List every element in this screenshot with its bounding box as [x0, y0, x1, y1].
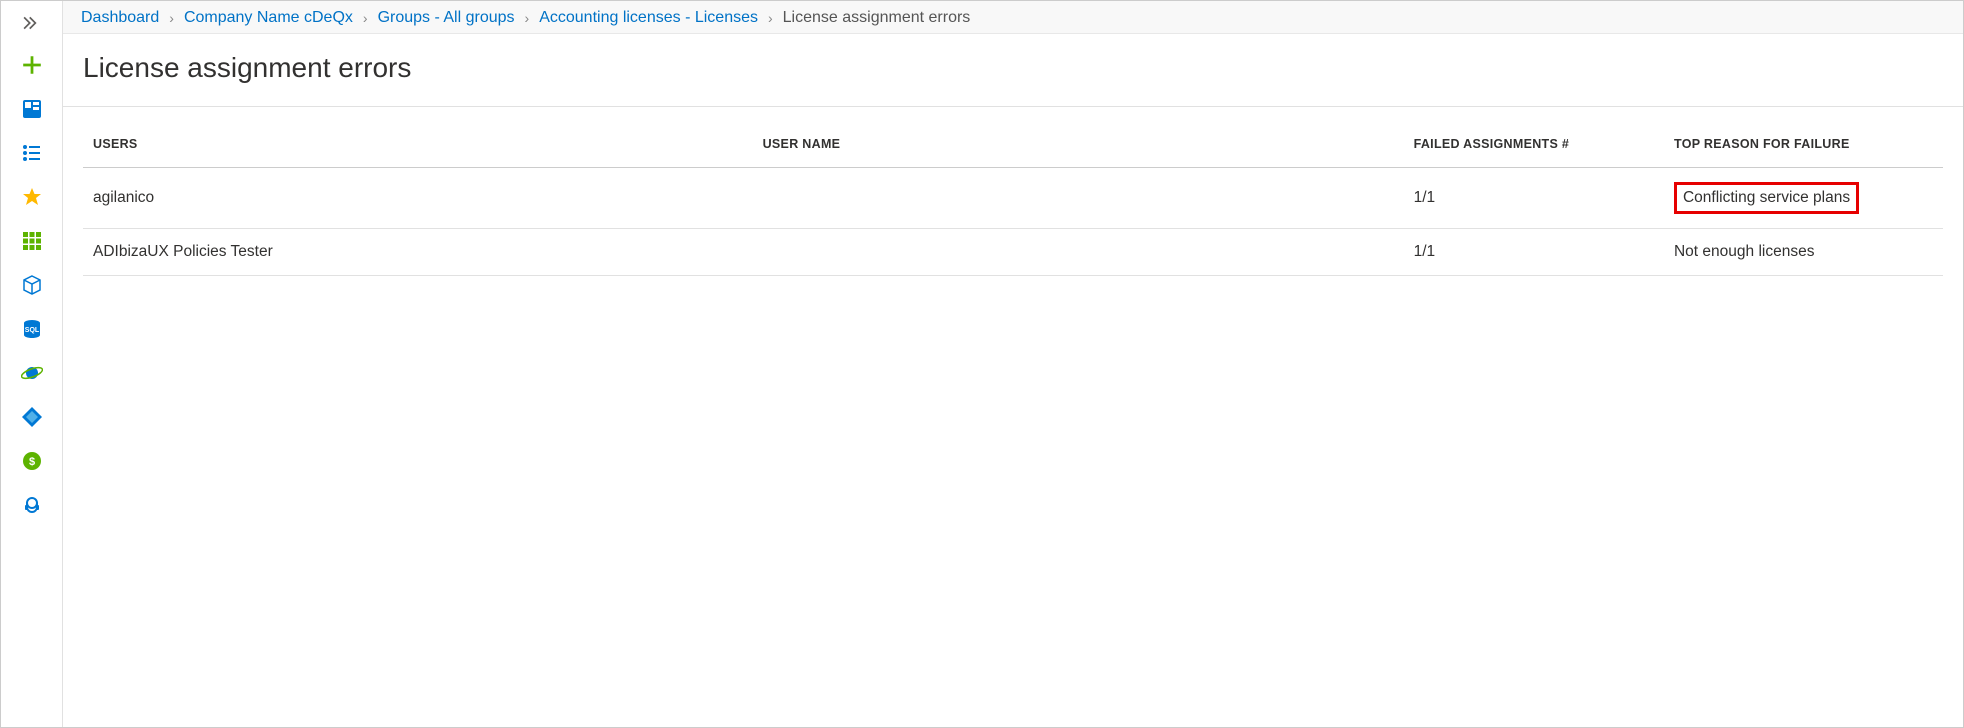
planet-icon[interactable] [18, 359, 46, 387]
chevron-right-icon: › [768, 10, 773, 26]
cell-failed: 1/1 [1404, 229, 1664, 276]
cell-reason: Conflicting service plans [1664, 168, 1943, 229]
apps-icon[interactable] [18, 227, 46, 255]
svg-text:SQL: SQL [24, 327, 39, 334]
table-header-failed[interactable]: FAILED ASSIGNMENTS # [1404, 107, 1664, 168]
breadcrumb-link-licenses[interactable]: Accounting licenses - Licenses [539, 9, 758, 27]
breadcrumb-link-groups[interactable]: Groups - All groups [378, 9, 515, 27]
cell-reason: Not enough licenses [1664, 229, 1943, 276]
breadcrumb: Dashboard › Company Name cDeQx › Groups … [63, 1, 1963, 34]
table-row[interactable]: ADIbizaUX Policies Tester 1/1Not enough l… [83, 229, 1943, 276]
sidebar: SQL $ [1, 1, 63, 727]
support-icon[interactable] [18, 491, 46, 519]
star-icon[interactable] [18, 183, 46, 211]
table-header-reason[interactable]: TOP REASON FOR FAILURE [1664, 107, 1943, 168]
cube-icon[interactable] [18, 271, 46, 299]
breadcrumb-link-company[interactable]: Company Name cDeQx [184, 9, 353, 27]
list-icon[interactable] [18, 139, 46, 167]
table-header-users[interactable]: USERS [83, 107, 753, 168]
chevron-right-icon: › [363, 10, 368, 26]
cell-users: ADIbizaUX Policies Tester [83, 229, 753, 276]
cell-username [753, 168, 1404, 229]
svg-text:$: $ [28, 456, 34, 468]
chevron-right-icon: › [169, 10, 174, 26]
highlighted-reason: Conflicting service plans [1674, 182, 1859, 214]
breadcrumb-link-dashboard[interactable]: Dashboard [81, 9, 159, 27]
cost-icon[interactable]: $ [18, 447, 46, 475]
breadcrumb-current: License assignment errors [783, 9, 971, 27]
sql-icon[interactable]: SQL [18, 315, 46, 343]
sidebar-collapse-icon[interactable] [20, 11, 44, 35]
cell-username [753, 229, 1404, 276]
cell-users: agilanico [83, 168, 753, 229]
diamond-icon[interactable] [18, 403, 46, 431]
add-icon[interactable] [18, 51, 46, 79]
chevron-right-icon: › [525, 10, 530, 26]
dashboard-icon[interactable] [18, 95, 46, 123]
errors-table: USERS USER NAME FAILED ASSIGNMENTS # TOP… [83, 107, 1943, 276]
cell-failed: 1/1 [1404, 168, 1664, 229]
page-title: License assignment errors [63, 34, 1963, 107]
table-row[interactable]: agilanico 1/1 Conflicting service plans [83, 168, 1943, 229]
table-header-username[interactable]: USER NAME [753, 107, 1404, 168]
main-content: Dashboard › Company Name cDeQx › Groups … [63, 1, 1963, 727]
